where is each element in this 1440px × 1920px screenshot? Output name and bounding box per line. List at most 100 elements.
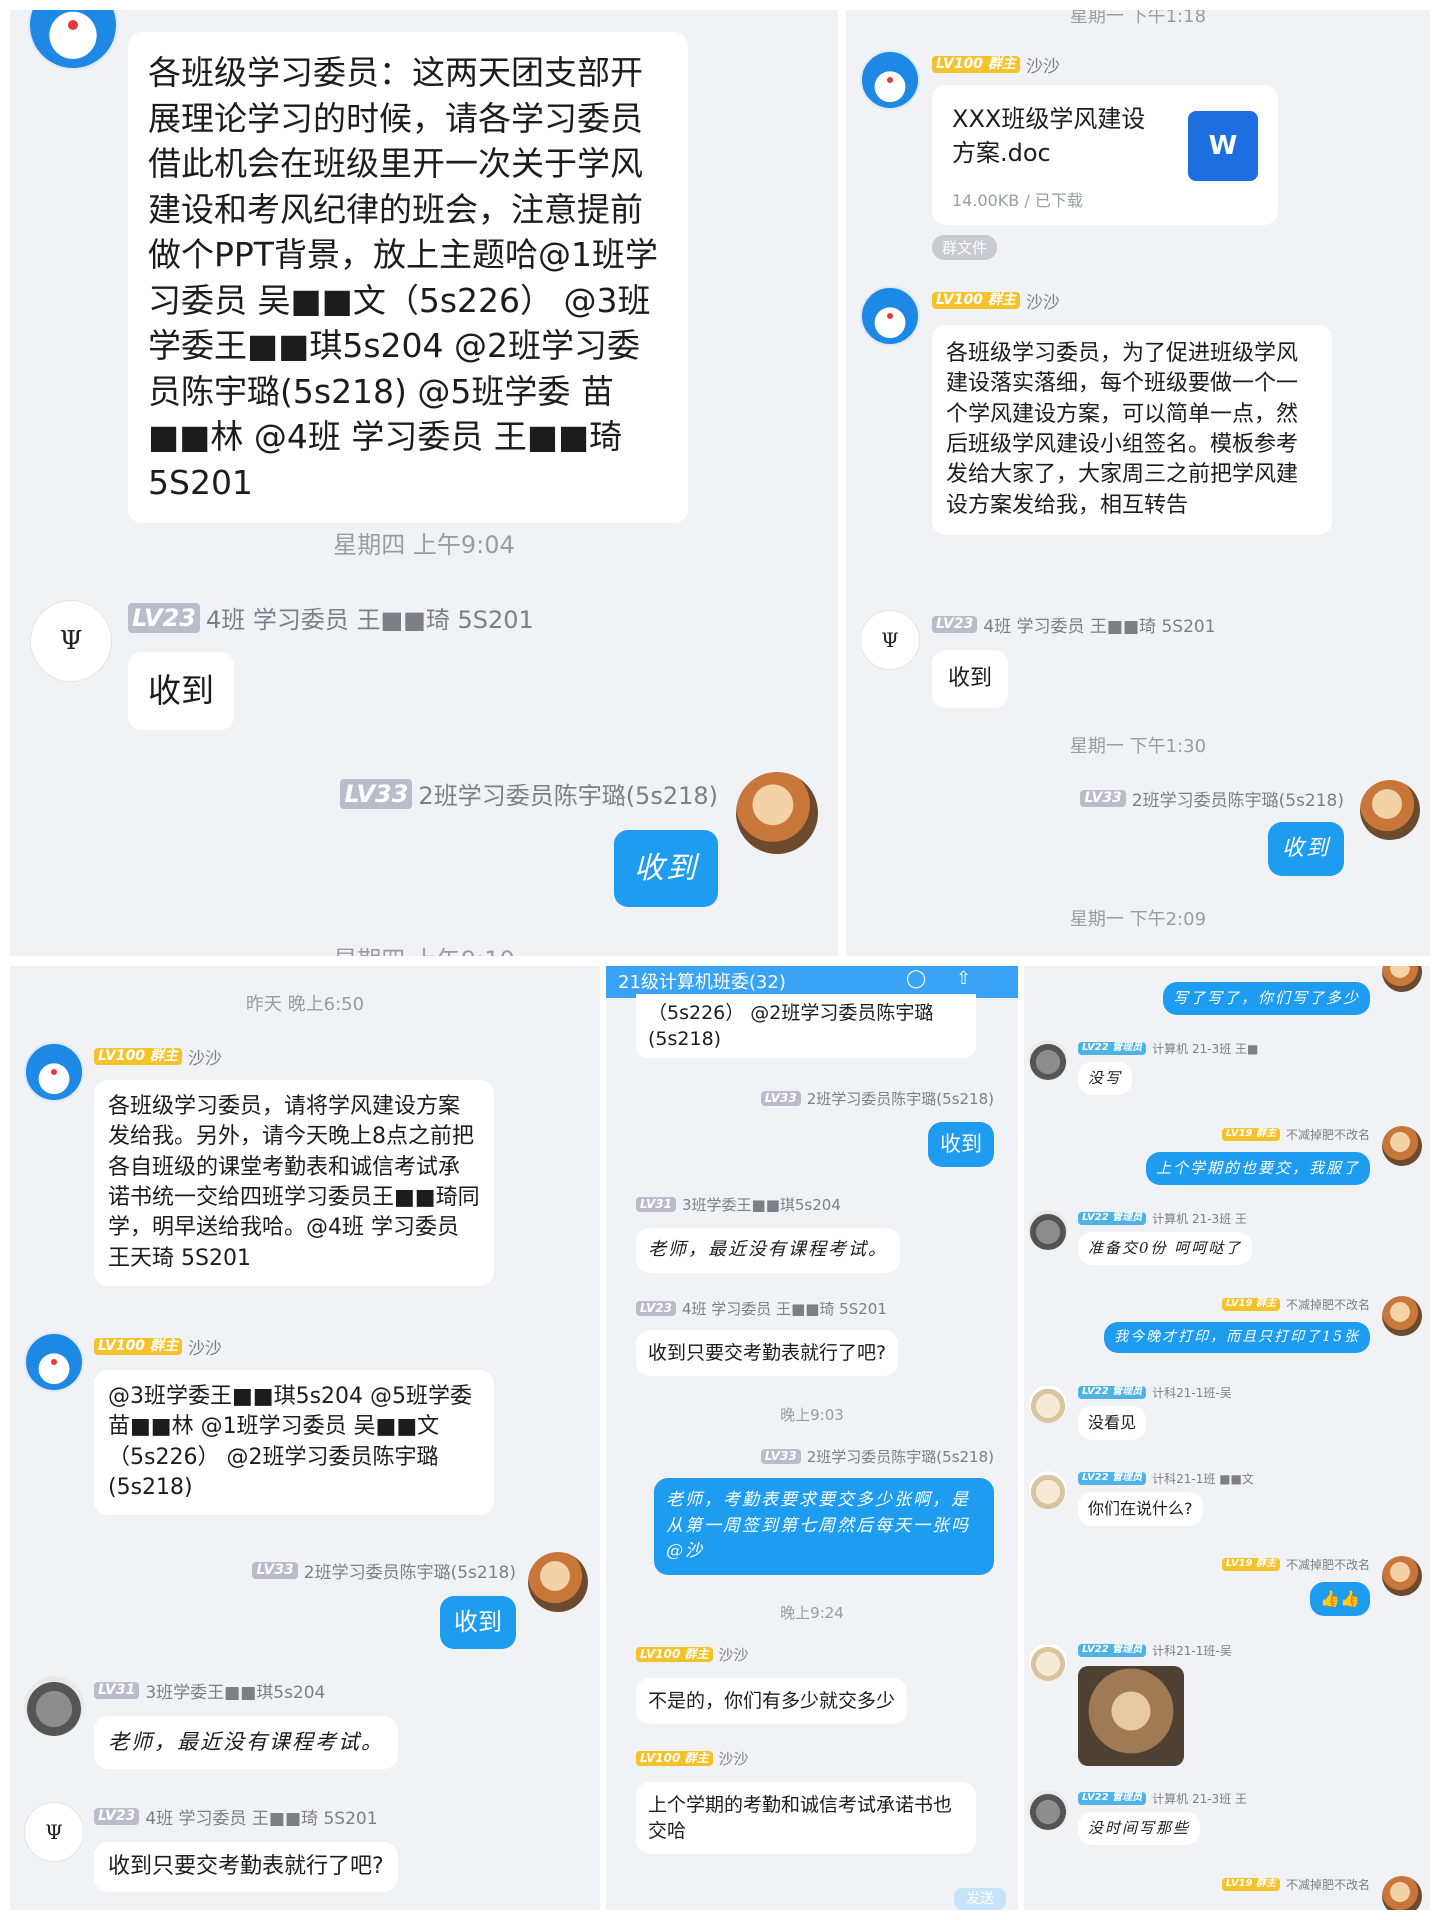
message-bubble[interactable]: 收到 [128, 652, 234, 730]
avatar-maserati[interactable]: Ψ [24, 1802, 84, 1862]
message-bubble[interactable]: 收到 [932, 650, 1009, 709]
message-bubble[interactable]: 上个学期的也要交，我服了 [1145, 1152, 1370, 1185]
message-bubble[interactable]: 没看见 [1078, 1406, 1147, 1441]
message-bubble[interactable]: 没时间写那些 [1078, 1812, 1201, 1845]
sender-name: 不减掉肥不改名 [1285, 1128, 1370, 1142]
avatar-shasha[interactable] [24, 1332, 84, 1392]
level-badge: LV33 [760, 1449, 801, 1464]
avatar-cat[interactable] [1028, 1040, 1068, 1080]
sender-name: 沙沙 [1025, 293, 1060, 313]
message-bubble[interactable]: @3班学委王■■琪5s204 @5班学委苗■■林 @1班学习委员 吴■■文（5s… [94, 1370, 494, 1516]
sender-name: 计算机 21-3班 王■ [1152, 1042, 1259, 1056]
level-badge: LV23 [94, 1807, 140, 1826]
avatar-shasha[interactable] [24, 1042, 84, 1102]
sender-line: LV100 群主 沙沙 [932, 288, 1060, 313]
message-bubble[interactable]: （5s226） @2班学习委员陈宇璐(5s218) [636, 994, 976, 1059]
owner-badge: LV100 群主 [94, 1047, 182, 1066]
timestamp: 昨天 晚上6:50 [245, 994, 365, 1015]
message-bubble[interactable]: 老师，最近没有课程考试。 [94, 1716, 398, 1769]
sender-line: LV19 群主 不减掉肥不改名 [1221, 1296, 1370, 1313]
message-bubble[interactable]: 写了写了，你们写了多少 [1162, 982, 1370, 1015]
cat-photo[interactable] [1078, 1666, 1184, 1766]
sender-name: 2班学习委员陈宇璐(5s218) [806, 1090, 994, 1108]
sender-line: LV19 群主 不减掉肥不改名 [1221, 1556, 1370, 1573]
avatar-anime[interactable] [1382, 1556, 1422, 1596]
sender-line: LV33 2班学习委员陈宇璐(5s218) [760, 1088, 994, 1109]
avatar-shasha[interactable] [860, 50, 920, 110]
avatar-anime[interactable] [1382, 1296, 1422, 1336]
avatar-dog[interactable] [1028, 1470, 1068, 1510]
message-bubble[interactable]: 收到 [614, 830, 718, 908]
avatar-cat[interactable] [1028, 1210, 1068, 1250]
owner-badge: LV19 群主 [1221, 1558, 1280, 1571]
sender-name: 计科21-1班 ■■文 [1152, 1472, 1254, 1486]
sender-name: 2班学习委员陈宇璐(5s218) [418, 782, 718, 810]
avatar-anime[interactable] [528, 1552, 588, 1612]
send-button[interactable]: 发送 [954, 1888, 1006, 1910]
sender-name: 2班学习委员陈宇璐(5s218) [1131, 791, 1344, 811]
sender-line: LV33 2班学习委员陈宇璐(5s218) [252, 1558, 516, 1583]
admin-badge: LV22 管理员 [1078, 1472, 1147, 1485]
sender-line: LV22 管理员 计算机 21-3班 王■ [1078, 1040, 1258, 1057]
file-name: XXX班级学风建设方案.doc [952, 105, 1146, 167]
sender-line: LV100 群主 沙沙 [932, 52, 1060, 77]
message-bubble[interactable]: 没写 [1078, 1062, 1133, 1095]
message-bubble[interactable]: 收到只要交考勤表就行了吧? [636, 1330, 899, 1377]
level-badge: LV33 [1080, 789, 1126, 808]
message-bubble[interactable]: 我今晚才打印，而且只打印了15张 [1104, 1322, 1370, 1354]
message-bubble[interactable]: 老师，考勤表要求要交多少张啊，是从第一周签到第七周然后每天一张吗@沙 [654, 1478, 994, 1575]
sender-name: 2班学习委员陈宇璐(5s218) [806, 1448, 994, 1466]
message-bubble[interactable]: 收到 [1267, 822, 1344, 877]
sender-line: LV33 2班学习委员陈宇璐(5s218) [340, 776, 718, 811]
avatar-cat[interactable] [24, 1676, 84, 1736]
sender-line: LV22 管理员 计科21-1班-吴 [1078, 1384, 1232, 1401]
avatar-maserati[interactable]: Ψ [30, 600, 112, 682]
sender-name: 4班 学习委员 王■■琦 5S201 [205, 606, 534, 634]
sender-name: 计科21-1班-吴 [1152, 1644, 1232, 1658]
avatar-maserati[interactable]: Ψ [860, 610, 920, 670]
message-bubble[interactable]: 各班级学习委员，为了促进班级学风建设落实落细，每个班级要做一个一个学风建设方案，… [932, 325, 1332, 536]
owner-badge: LV100 群主 [636, 1751, 713, 1766]
message-bubble[interactable]: 👍👍 [1310, 1582, 1370, 1617]
message-bubble[interactable]: 收到 [928, 1122, 994, 1167]
avatar-shasha[interactable] [860, 286, 920, 346]
file-meta: 14.00KB / 已下载 [952, 191, 1083, 210]
message-bubble[interactable]: 你们在说什么? [1078, 1492, 1203, 1527]
message-bubble[interactable]: 不是的，你们有多少就交多少 [636, 1678, 908, 1725]
sender-name: 3班学委王■■琪5s204 [145, 1683, 326, 1703]
sender-name: 沙沙 [187, 1339, 222, 1359]
avatar-dog[interactable] [1028, 1384, 1068, 1424]
level-badge: LV31 [94, 1681, 140, 1700]
sender-line: LV23 4班 学习委员 王■■琦 5S201 [128, 600, 534, 635]
share-icon[interactable]: ⇧ [956, 968, 971, 989]
avatar-shasha[interactable] [28, 10, 118, 70]
avatar-anime[interactable] [1360, 780, 1420, 840]
avatar-anime[interactable] [736, 772, 818, 854]
timestamp: 晚上9:24 [780, 1604, 844, 1622]
message-bubble[interactable]: 各班级学习委员，请将学风建设方案发给我。另外，请今天晚上8点之前把各自班级的课堂… [94, 1080, 494, 1287]
sender-line: LV22 管理员 计科21-1班-吴 [1078, 1642, 1232, 1659]
level-badge: LV31 [636, 1197, 676, 1212]
avatar-cat[interactable] [1028, 1790, 1068, 1830]
sender-name: 计算机 21-3班 王 [1152, 1792, 1248, 1806]
avatar-anime[interactable] [1382, 966, 1422, 992]
sender-name: 沙沙 [1025, 57, 1060, 77]
admin-badge: LV22 管理员 [1078, 1386, 1147, 1399]
message-bubble[interactable]: 老师，最近没有课程考试。 [636, 1228, 900, 1273]
chat-icon[interactable]: ◯ [906, 968, 926, 989]
level-badge: LV23 [932, 615, 978, 634]
message-bubble[interactable]: 收到 [440, 1596, 516, 1650]
message-bubble[interactable]: 上个学期的考勤和诚信考试承诺书也交哈 [636, 1782, 976, 1855]
avatar-dog[interactable] [1028, 1642, 1068, 1682]
owner-badge: LV19 群主 [1221, 1128, 1280, 1141]
sender-line: LV31 3班学委王■■琪5s204 [636, 1194, 841, 1215]
avatar-anime[interactable] [1382, 1126, 1422, 1166]
sender-name: 计算机 21-3班 王 [1152, 1212, 1248, 1226]
sender-line: LV33 2班学习委员陈宇璐(5s218) [1080, 786, 1344, 811]
level-badge: LV23 [128, 602, 200, 633]
avatar-anime[interactable] [1382, 1876, 1422, 1910]
message-bubble[interactable]: 收到只要交考勤表就行了吧? [94, 1842, 398, 1893]
message-bubble[interactable]: 准备交0份 呵呵哒了 [1078, 1232, 1253, 1265]
file-card[interactable]: XXX班级学风建设方案.doc 14.00KB / 已下载 W [932, 85, 1278, 225]
message-bubble[interactable]: 各班级学习委员：这两天团支部开展理论学习的时候，请各学习委员借此机会在班级里开一… [128, 32, 688, 524]
